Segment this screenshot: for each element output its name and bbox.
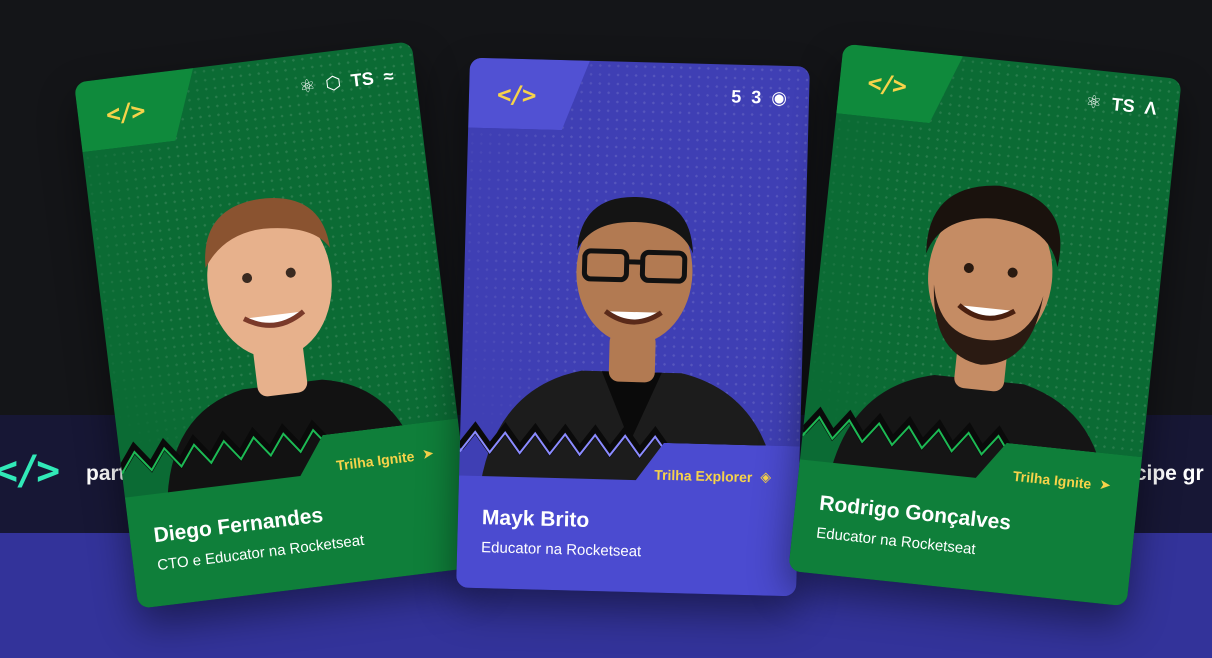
github-icon: ◉ [771, 87, 788, 108]
paper-plane-icon: ➤ [1098, 475, 1112, 493]
trail-label: Trilha Explorer [654, 466, 753, 485]
educator-card-mayk[interactable]: </> 5 3 ◉ Trilha Explorer ◈ Mayk Brito E… [456, 57, 810, 597]
educator-name: Mayk Brito [481, 506, 590, 532]
html5-icon: 5 [731, 86, 742, 107]
css3-icon: 3 [751, 87, 762, 108]
typescript-label: TS [1110, 94, 1136, 117]
paper-plane-icon: ➤ [421, 444, 435, 462]
code-brackets-icon: </> [0, 448, 60, 494]
caret-up-icon: Λ [1143, 97, 1158, 119]
tech-stack: 5 3 ◉ [731, 86, 787, 108]
trail-badge: Trilha Explorer ◈ [654, 466, 771, 486]
zigzag-pattern [459, 421, 673, 459]
educator-card-rodrigo[interactable]: </> ⚛ TS Λ Trilha Ignite ➤ Rodrigo Gonça… [788, 43, 1182, 607]
nodejs-icon: ⬡ [324, 72, 343, 94]
educator-card-diego[interactable]: </> ⚛ ⬡ TS ≈ Trilha Ignite ➤ Diego Ferna… [73, 41, 477, 609]
card-logo: </> [866, 68, 907, 101]
compass-icon: ◈ [760, 468, 772, 485]
typescript-label: TS [349, 68, 375, 91]
react-icon: ⚛ [298, 75, 317, 98]
card-logo: </> [104, 96, 145, 129]
card-logo: </> [496, 80, 535, 110]
react-icon: ⚛ [1084, 91, 1103, 113]
